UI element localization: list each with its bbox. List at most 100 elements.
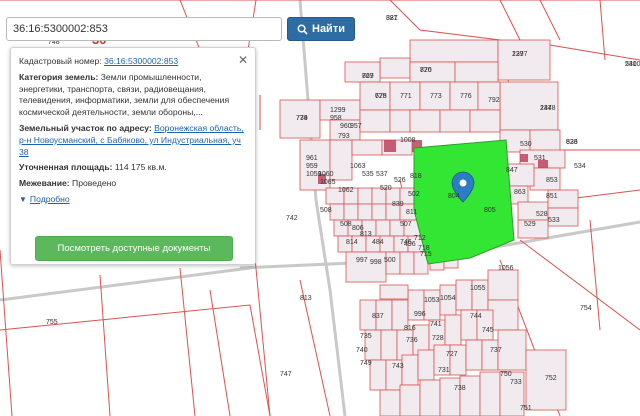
survey-label: Межевание: [19,178,70,189]
parcel-label: 718 [418,245,430,252]
parcel-label: 959 [306,163,318,170]
parcel-label: 749 [360,360,372,367]
parcel-label: 733 [510,379,522,386]
parcel-label: 804 [448,193,460,200]
parcel-label: 826 [420,67,432,74]
area-value: 114 175 кв.м. [114,162,167,173]
parcel-label: 500 [384,257,396,264]
parcel-label: 229 [512,51,524,58]
parcel-label: 529 [524,221,536,228]
parcel-label: 1065 [320,179,336,186]
land-category-label: Категория земель: [19,71,99,82]
details-link[interactable]: Подробно [30,194,70,206]
parcel-label: 818 [410,173,422,180]
parcel-label: 776 [460,93,472,100]
cadastral-number-row: Кадастровый номер: 36:16:5300002:853 [19,56,247,68]
parcel-label: 738 [454,385,466,392]
parcel-label: 244 [540,105,552,112]
parcel-info-popup: ✕ Кадастровый номер: 36:16:5300002:853 К… [10,47,256,265]
close-icon[interactable]: ✕ [238,54,248,66]
parcel-label: 526 [394,177,406,184]
area-row: Уточненная площадь: 114 175 кв.м. [19,162,247,174]
survey-value: Проведено [72,178,117,189]
view-documents-button[interactable]: Посмотреть доступные документы [35,236,233,261]
parcel-label: 1060 [318,171,334,178]
parcel-label: 531 [534,155,546,162]
parcel-label: 747 [280,371,292,378]
parcel-label: 751 [520,405,532,412]
parcel-label: 851 [546,193,558,200]
parcel-label: 998 [370,259,382,266]
parcel-label: 863 [514,189,526,196]
parcel-label: 997 [356,257,368,264]
parcel-label: 734 [296,115,308,122]
parcel-label: 816 [404,325,416,332]
parcel-label: 715 [420,251,432,258]
parcel-label: 958 [330,115,342,122]
parcel-label: 743 [392,363,404,370]
parcel-label: 628 [375,93,387,100]
parcel-label: 752 [545,375,557,382]
parcel-label: 839 [392,201,404,208]
parcel-label: 535 [362,171,374,178]
cadastral-number-link[interactable]: 36:16:5300002:853 [104,56,178,66]
parcel-label: 727 [446,351,458,358]
parcel-label: 847 [506,167,518,174]
parcel-label: 534 [574,163,586,170]
parcel-label: 744 [470,313,482,320]
search-bar: Найти [6,17,355,41]
search-button-label: Найти [312,23,345,35]
parcel-label: 750 [500,371,512,378]
triangle-down-icon: ▼ [19,194,27,204]
parcel-label: 811 [406,209,417,216]
parcel-label: 805 [484,207,496,214]
search-icon [297,24,308,35]
land-category-row: Категория земель: Земли промышленности, … [19,72,247,119]
parcel-label: 792 [488,97,500,104]
parcel-label: 735 [360,333,372,340]
parcel-label: 813 [360,231,372,238]
parcel-label: 502 [408,191,420,198]
parcel-label: 837 [372,313,384,320]
parcel-label: 957 [350,123,362,130]
cadastral-number-label: Кадастровый номер: [19,56,102,66]
parcel-label: 1299 [330,107,346,114]
parcel-label: 1062 [338,187,354,194]
parcel-label: 736 [406,337,418,344]
parcel-label: 508 [340,221,352,228]
details-toggle[interactable]: ▼ Подробно [19,194,247,206]
parcel-label: 813 [300,295,312,302]
parcel-label: 1055 [470,285,486,292]
parcel-label: 741 [430,321,442,328]
parcel-label: 793 [338,133,350,140]
parcel-label: 520 [380,185,392,192]
search-input[interactable] [6,17,282,41]
parcel-label: 742 [286,215,298,222]
area-label: Уточненная площадь: [19,162,113,173]
parcel-label: 712 [414,235,426,242]
parcel-label: 754 [580,305,592,312]
address-row: Земельный участок по адресу: Воронежская… [19,123,247,158]
parcel-label: 1063 [350,163,366,170]
parcel-label: 484 [372,239,384,246]
parcel-label: 773 [430,93,442,100]
survey-row: Межевание: Проведено [19,178,247,190]
parcel-label: 814 [346,239,358,246]
search-button[interactable]: Найти [287,17,355,41]
parcel-label: 728 [432,335,444,342]
parcel-label: 745 [482,327,494,334]
parcel-label: 1053 [424,297,440,304]
parcel-label: 737 [490,347,502,354]
parcel-label: 1056 [498,265,514,272]
parcel-label: 853 [546,177,558,184]
parcel-label: 530 [520,141,532,148]
parcel-label: 496 [404,241,416,248]
parcel-label: 755 [46,319,58,326]
parcel-label: 537 [376,171,388,178]
parcel-label: 996 [414,311,426,318]
parcel-label: 823 [566,139,578,146]
address-label: Земельный участок по адресу: [19,122,152,133]
parcel-label: 507 [400,221,412,228]
parcel-label: 241 [625,61,637,68]
parcel-label: 827 [362,73,374,80]
